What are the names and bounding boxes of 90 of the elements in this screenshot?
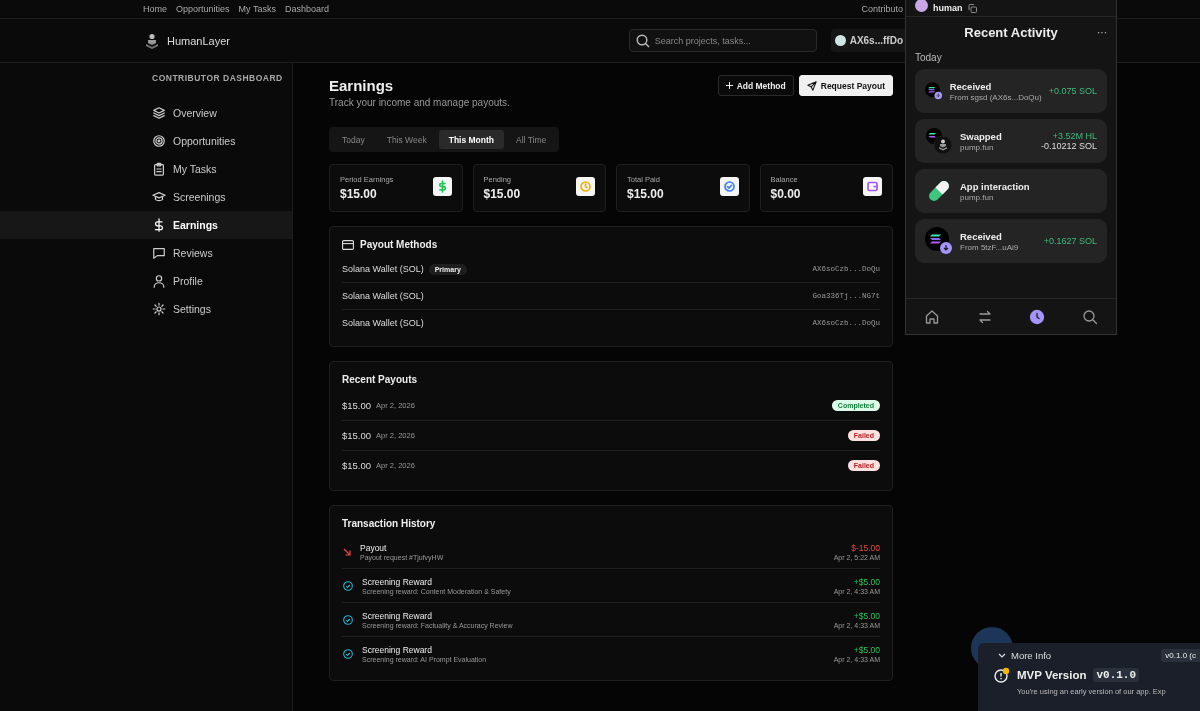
sidebar-title: CONTRIBUTOR DASHBOARD: [151, 73, 284, 85]
activity-title: Swapped: [960, 130, 1003, 142]
search-field[interactable]: Search projects, tasks...: [628, 29, 817, 52]
payout-amount: $15.00: [342, 430, 372, 441]
activity-subtitle: pump.fun: [960, 142, 995, 152]
stat-value: $15.00: [340, 187, 378, 201]
transaction-title: Screening Reward: [362, 610, 433, 621]
transaction-title: Payout: [360, 542, 388, 553]
card-title: Payout Methods: [360, 239, 438, 250]
panel-title: MVP Version: [1017, 669, 1087, 681]
transaction-amount: +$5.00: [852, 576, 880, 587]
transaction-title: Screening Reward: [362, 576, 433, 587]
nav-link[interactable]: My Tasks: [238, 4, 276, 14]
payout-amount: $15.00: [342, 400, 372, 411]
chevron-icon: [998, 652, 1006, 659]
wallet-icon: [863, 176, 882, 196]
sidebar-item[interactable]: Opportunities: [0, 127, 292, 155]
sidebar-item[interactable]: Settings: [0, 295, 292, 323]
method-name: Solana Wallet (SOL): [342, 264, 424, 274]
layers-icon: [152, 106, 166, 120]
activity-amount: +0.1627 SOL: [1043, 236, 1097, 246]
message-icon: [152, 246, 166, 260]
sidebar-item[interactable]: Screenings: [0, 183, 292, 211]
sidebar-item[interactable]: Profile: [0, 267, 292, 295]
version-code: v0.1.0: [1093, 668, 1140, 682]
stat-value: $15.00: [627, 187, 664, 201]
copy-icon[interactable]: [967, 3, 977, 13]
section-label: Today: [914, 51, 943, 65]
activity-subtitle: From sgsd (AX6s...DoQu): [949, 92, 1042, 102]
alert-icon: [994, 667, 1010, 683]
popup-title: Recent Activity: [964, 24, 1058, 40]
user-icon: [152, 274, 166, 288]
plus-icon: [725, 82, 733, 89]
activity-card[interactable]: App interaction pump.fun: [915, 169, 1107, 213]
version-badge: v0.1.0 (c: [1161, 649, 1200, 662]
dollar-icon: [432, 176, 452, 196]
brand-name: HumanLayer: [167, 34, 230, 47]
card-icon: [342, 239, 354, 250]
clock-tab[interactable]: [1029, 308, 1046, 325]
period-tab[interactable]: This Week: [376, 130, 437, 149]
clipboard-icon: [152, 162, 166, 176]
wallet-chip[interactable]: AX6s...ffDo: [830, 29, 905, 52]
activity-title: App interaction: [960, 180, 1031, 192]
cap-icon: [152, 190, 166, 204]
transaction-title: Screening Reward: [362, 644, 433, 655]
nav-link[interactable]: Dashboard: [284, 4, 329, 14]
dollar-icon: [152, 218, 166, 232]
method-name: Solana Wallet (SOL): [342, 318, 424, 328]
transaction-amount: $-15.00: [850, 542, 880, 553]
stat-value: $0.00: [770, 187, 801, 201]
activity-subtitle: From 5tzF...uAi9: [960, 242, 1020, 252]
more-info-toggle[interactable]: More Info: [996, 650, 1052, 661]
sidebar-item[interactable]: Overview: [0, 99, 292, 127]
payout-amount: $15.00: [342, 460, 372, 471]
send-icon: [806, 80, 817, 91]
activity-amount: -0.10212 SOL: [1040, 141, 1097, 151]
activity-subtitle: pump.fun: [960, 192, 995, 202]
stat-value: $15.00: [483, 187, 521, 201]
sidebar-item[interactable]: My Tasks: [0, 155, 292, 183]
page-subtitle: Track your income and manage payouts.: [329, 97, 510, 108]
transaction-amount: +$5.00: [852, 610, 880, 621]
activity-title: Received: [960, 230, 1003, 242]
card-title: Recent Payouts: [342, 374, 418, 385]
nav-link[interactable]: Contributo: [861, 4, 903, 14]
home-tab[interactable]: [924, 308, 941, 325]
sidebar-item[interactable]: Earnings: [0, 211, 292, 239]
activity-card[interactable]: Received From 5tzF...uAi9 +0.1627 SOL: [915, 219, 1107, 263]
method-name: Solana Wallet (SOL): [342, 291, 424, 301]
transaction-amount: +$5.00: [852, 644, 880, 655]
activity-amount: +0.075 SOL: [1048, 86, 1097, 96]
account-name: human: [933, 3, 963, 13]
nav-link[interactable]: Opportunities: [176, 4, 230, 14]
nav-link[interactable]: Home: [143, 4, 167, 14]
page-title: Earnings: [329, 77, 395, 94]
activity-amount: +3.52M HL: [1051, 131, 1097, 141]
clock-icon: [576, 176, 595, 196]
period-tab[interactable]: All Time: [506, 130, 557, 149]
activity-title: Received: [949, 80, 993, 92]
more-button[interactable]: ···: [1097, 26, 1107, 38]
search-tab[interactable]: [1081, 308, 1098, 325]
target-icon: [152, 134, 166, 148]
logo-icon: [145, 32, 159, 49]
period-tab[interactable]: This Month: [438, 130, 504, 149]
activity-card[interactable]: Swapped pump.fun +3.52M HL -0.10212 SOL: [915, 119, 1107, 163]
avatar: [915, 0, 928, 12]
add-method-button[interactable]: Add Method: [717, 75, 794, 96]
request-payout-button[interactable]: Request Payout: [798, 75, 893, 96]
card-title: Transaction History: [342, 518, 436, 529]
sidebar-item[interactable]: Reviews: [0, 239, 292, 267]
period-tab[interactable]: Today: [332, 130, 375, 149]
